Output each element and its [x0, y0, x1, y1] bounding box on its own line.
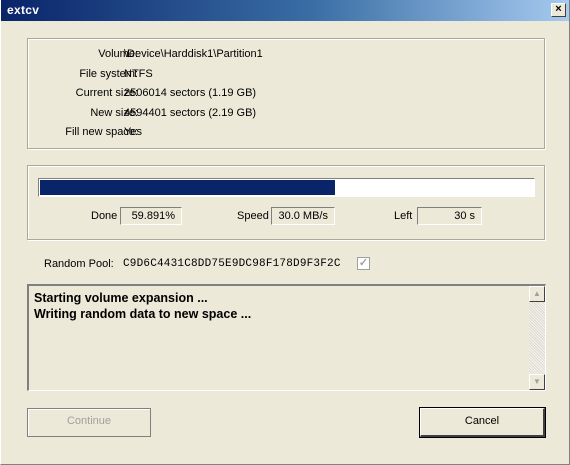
info-row-file-system: File system: NTFS — [28, 68, 544, 84]
new-size-value: 4594401 sectors (2.19 GB) — [124, 107, 257, 119]
checkmark-icon: ✓ — [358, 257, 369, 269]
scroll-up-button[interactable]: ▲ — [529, 286, 545, 302]
close-button[interactable]: × — [551, 3, 566, 17]
status-log[interactable]: Starting volume expansion ... Writing ra… — [27, 284, 546, 391]
random-pool-value: C9D6C4431C8DD75E9DC98F178D9F3F2C — [123, 258, 341, 270]
extcv-dialog: extcv × Volume: \Device\Harddisk1\Partit… — [0, 0, 570, 465]
done-label: Done — [91, 210, 118, 222]
volume-info-panel: Volume: \Device\Harddisk1\Partition1 Fil… — [27, 38, 545, 149]
window-title: extcv — [7, 3, 40, 17]
close-icon: × — [555, 3, 562, 15]
title-bar[interactable]: extcv × — [1, 0, 569, 21]
speed-value: 30.0 MB/s — [271, 207, 335, 225]
left-label: Left — [394, 210, 413, 222]
progress-panel: Done 59.891% Speed 30.0 MB/s Left 30 s — [27, 165, 545, 240]
arrow-up-icon: ▲ — [533, 289, 541, 298]
log-text: Starting volume expansion ... Writing ra… — [34, 290, 524, 322]
log-line: Writing random data to new space ... — [34, 307, 252, 321]
file-system-value: NTFS — [124, 68, 153, 80]
current-size-label: Current size: — [75, 87, 138, 99]
current-size-value: 2506014 sectors (1.19 GB) — [124, 87, 257, 99]
fill-new-space-value: Yes — [124, 126, 142, 138]
log-scrollbar[interactable]: ▲ ▼ — [529, 286, 545, 390]
volume-label: Volume: — [98, 48, 138, 60]
show-pool-checkbox[interactable]: ✓ — [357, 257, 370, 270]
cancel-button[interactable]: Cancel — [420, 408, 545, 437]
info-row-fill-new-space: Fill new space: Yes — [28, 126, 544, 142]
info-row-volume: Volume: \Device\Harddisk1\Partition1 — [28, 48, 544, 64]
volume-value: \Device\Harddisk1\Partition1 — [124, 48, 263, 60]
info-row-current-size: Current size: 2506014 sectors (1.19 GB) — [28, 87, 544, 103]
fill-new-space-label: Fill new space: — [65, 126, 138, 138]
file-system-label: File system: — [79, 68, 138, 80]
scroll-down-button[interactable]: ▼ — [529, 374, 545, 390]
progress-bar-fill — [40, 180, 335, 195]
continue-button[interactable]: Continue — [27, 408, 151, 437]
time-left-value: 30 s — [417, 207, 482, 225]
random-pool-label: Random Pool: — [44, 258, 114, 270]
done-value: 59.891% — [120, 207, 182, 225]
log-line: Starting volume expansion ... — [34, 291, 208, 305]
speed-label: Speed — [237, 210, 269, 222]
arrow-down-icon: ▼ — [533, 377, 541, 386]
progress-bar — [38, 178, 535, 197]
new-size-label: New size: — [90, 107, 138, 119]
info-row-new-size: New size: 4594401 sectors (2.19 GB) — [28, 107, 544, 123]
